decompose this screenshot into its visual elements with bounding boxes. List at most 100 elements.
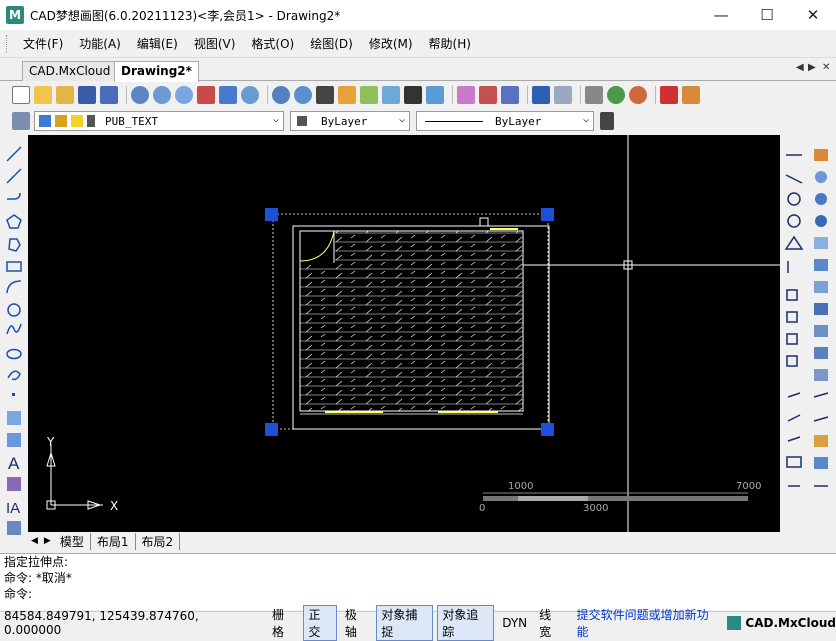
block-icon[interactable] <box>457 86 475 104</box>
toggle-otrack[interactable]: 对象追踪 <box>437 604 495 641</box>
polygon-icon <box>6 214 22 229</box>
trim-icon <box>813 392 829 398</box>
grip-top-right <box>541 208 554 221</box>
dim-diameter-icon <box>787 214 801 228</box>
pan-icon[interactable] <box>197 86 215 104</box>
toolbar-separator <box>452 86 453 104</box>
undo-icon[interactable] <box>532 86 550 104</box>
toggle-polar[interactable]: 极轴 <box>341 606 372 640</box>
layer-select[interactable]: PUB_TEXT ⌵ <box>34 111 284 131</box>
grip-top-left <box>265 208 278 221</box>
construction-line-icon <box>6 168 22 184</box>
floor-hatch-top <box>335 231 523 265</box>
tab-next-icon[interactable]: ▶ <box>808 62 816 73</box>
maximize-button[interactable]: ☐ <box>744 0 790 30</box>
command-prompt[interactable]: 命令: <box>0 586 836 602</box>
zoom-extents-icon[interactable] <box>241 86 259 104</box>
zoom-window-icon[interactable] <box>153 86 171 104</box>
scale-label-1000: 1000 <box>508 481 534 492</box>
menu-edit[interactable]: 编辑(E) <box>129 35 186 52</box>
tab-cad-mxcloud[interactable]: CAD.MxCloud <box>22 61 118 81</box>
dim-radius-icon <box>787 192 801 206</box>
properties-icon[interactable] <box>382 86 400 104</box>
stretch-icon <box>814 259 828 271</box>
tolerance-icon <box>786 333 798 345</box>
zoom-realtime-icon[interactable] <box>131 86 149 104</box>
tab-model[interactable]: 模型 <box>54 532 91 550</box>
match-properties-icon[interactable] <box>360 86 378 104</box>
brush-icon[interactable] <box>404 86 422 104</box>
tab-prev-icon[interactable]: ◀ <box>796 62 804 73</box>
erase-icon[interactable] <box>479 86 497 104</box>
minimize-button[interactable]: — <box>698 0 744 30</box>
document-tab-bar: CAD.MxCloud Drawing2* ◀ ▶ ✕ <box>0 59 836 82</box>
ellipse-icon <box>6 348 22 360</box>
menu-help[interactable]: 帮助(H) <box>421 35 479 52</box>
menu-draw[interactable]: 绘图(D) <box>302 35 361 52</box>
toggle-osnap[interactable]: 对象捕捉 <box>376 604 434 641</box>
pentagon-icon <box>8 238 21 252</box>
toggle-grid[interactable]: 栅格 <box>268 606 299 640</box>
redo-icon[interactable] <box>554 86 572 104</box>
tab-layout2[interactable]: 布局2 <box>136 532 181 550</box>
layer-manager-icon[interactable] <box>12 112 30 130</box>
gradient-icon <box>7 433 21 447</box>
save-icon[interactable] <box>78 86 96 104</box>
tab-drawing2[interactable]: Drawing2* <box>114 61 199 82</box>
layout-prev-icon[interactable]: ◀ <box>28 536 41 546</box>
grip-bottom-left <box>265 423 278 436</box>
web-icon[interactable] <box>607 86 625 104</box>
wall-column <box>479 217 489 227</box>
insert-icon[interactable] <box>501 86 519 104</box>
toggle-ortho[interactable]: 正交 <box>303 604 337 641</box>
toggle-lineweight[interactable]: 线宽 <box>535 606 566 640</box>
move-tool-icon <box>815 193 827 205</box>
open-file-icon[interactable] <box>34 86 52 104</box>
dim-text-edit-icon <box>787 414 801 422</box>
linetype-select[interactable]: ByLayer ⌵ <box>416 111 594 131</box>
pencil-icon[interactable] <box>338 86 356 104</box>
ucs-y-label: Y <box>47 435 55 449</box>
block-insert-icon <box>7 521 21 535</box>
menu-format[interactable]: 格式(O) <box>243 35 302 52</box>
table-icon <box>7 477 21 491</box>
menu-grip[interactable] <box>6 34 9 53</box>
drawing-canvas[interactable]: Y X 1000 7000 0 3000 <box>28 135 780 532</box>
mtext-icon: IA <box>6 500 20 517</box>
new-file-icon[interactable] <box>12 86 30 104</box>
lineweight-icon[interactable] <box>600 112 614 130</box>
zoom-all-icon[interactable] <box>294 86 312 104</box>
rotate-icon <box>815 215 827 227</box>
array-icon <box>814 281 828 293</box>
toggle-dyn[interactable]: DYN <box>498 616 531 630</box>
layout-next-icon[interactable]: ▶ <box>41 536 54 546</box>
command-window[interactable]: 指定拉伸点: 命令: *取消* 命令: <box>0 553 836 610</box>
pdf-icon[interactable] <box>660 86 678 104</box>
menu-modify[interactable]: 修改(M) <box>361 35 421 52</box>
open-folder-icon[interactable] <box>56 86 74 104</box>
dim-update-icon <box>787 436 801 442</box>
color-swatch <box>297 116 307 126</box>
layer-state-icons <box>39 115 95 127</box>
standard-toolbar <box>0 82 836 108</box>
ucs-icon[interactable] <box>219 86 237 104</box>
menu-view[interactable]: 视图(V) <box>186 35 244 52</box>
color-select[interactable]: ByLayer ⌵ <box>290 111 410 131</box>
tab-layout1[interactable]: 布局1 <box>91 532 136 550</box>
menu-file[interactable]: 文件(F) <box>15 35 71 52</box>
title-bar: M CAD梦想画图(6.0.20211123)<李,会员1> - Drawing… <box>0 0 836 30</box>
zoom-previous-icon[interactable] <box>272 86 290 104</box>
save-as-icon[interactable] <box>100 86 118 104</box>
copy-icon <box>815 171 827 183</box>
close-button[interactable]: ✕ <box>790 0 836 30</box>
menu-function[interactable]: 功能(A) <box>71 35 129 52</box>
feedback-link[interactable]: 提交软件问题或增加新功能 <box>577 606 718 640</box>
move-icon[interactable] <box>316 86 334 104</box>
edit-icon[interactable] <box>426 86 444 104</box>
scale-label-7000: 7000 <box>736 481 762 492</box>
cloud-icon[interactable] <box>629 86 647 104</box>
print-icon[interactable] <box>585 86 603 104</box>
image-export-icon[interactable] <box>682 86 700 104</box>
tab-close-icon[interactable]: ✕ <box>822 62 830 73</box>
zoom-in-icon[interactable] <box>175 86 193 104</box>
